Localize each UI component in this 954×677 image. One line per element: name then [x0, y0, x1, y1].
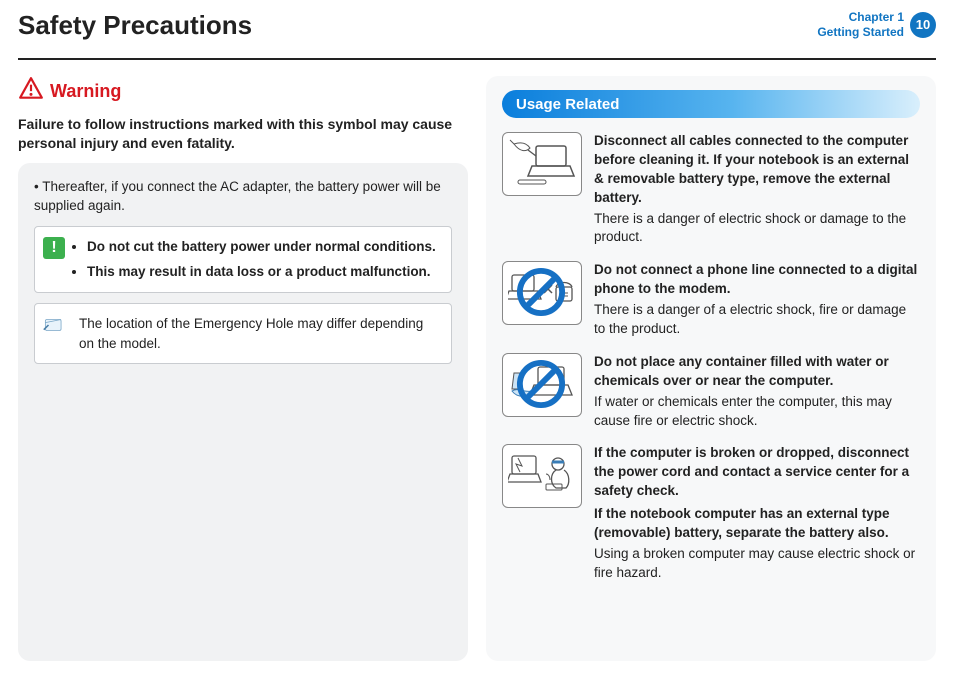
- usage-item-bold2: If the notebook computer has an external…: [594, 505, 920, 543]
- usage-item-text: Do not connect a phone line connected to…: [594, 261, 920, 339]
- clean-laptop-icon: [502, 132, 582, 196]
- warning-triangle-icon: [18, 76, 44, 107]
- prohibit-icon: [507, 358, 523, 374]
- liquid-spill-icon: [502, 353, 582, 417]
- left-column: Warning Failure to follow instructions m…: [18, 76, 468, 661]
- usage-item-text: Disconnect all cables connected to the c…: [594, 132, 920, 247]
- usage-item-body: There is a danger of electric shock or d…: [594, 211, 906, 245]
- note-callout: The location of the Emergency Hole may d…: [34, 303, 452, 364]
- warning-label: Warning: [50, 81, 121, 102]
- usage-item: Do not place any container filled with w…: [502, 353, 920, 431]
- usage-item-text: Do not place any container filled with w…: [594, 353, 920, 431]
- page: Safety Precautions Chapter 1 Getting Sta…: [0, 0, 954, 677]
- usage-item: Disconnect all cables connected to the c…: [502, 132, 920, 247]
- alert-line-1: Do not cut the battery power under norma…: [87, 237, 439, 257]
- prohibit-icon: [507, 266, 523, 282]
- warning-lead-text: Failure to follow instructions marked wi…: [18, 115, 468, 153]
- header-divider: [18, 58, 936, 60]
- chapter-label: Chapter 1: [817, 10, 904, 25]
- content-columns: Warning Failure to follow instructions m…: [18, 76, 936, 661]
- usage-item-body: Using a broken computer may cause electr…: [594, 546, 915, 580]
- alert-callout: ! Do not cut the battery power under nor…: [34, 226, 452, 293]
- usage-item-bold: Do not place any container filled with w…: [594, 353, 920, 391]
- warning-heading: Warning: [18, 76, 468, 107]
- note-text: The location of the Emergency Hole may d…: [79, 316, 423, 351]
- page-title: Safety Precautions: [18, 10, 252, 41]
- usage-item-text: If the computer is broken or dropped, di…: [594, 444, 920, 582]
- usage-item: Do not connect a phone line connected to…: [502, 261, 920, 339]
- chapter-info: Chapter 1 Getting Started 10: [817, 10, 936, 40]
- usage-related-heading: Usage Related: [502, 90, 920, 118]
- usage-item-bold: If the computer is broken or dropped, di…: [594, 444, 920, 501]
- chapter-subtitle: Getting Started: [817, 25, 904, 40]
- ac-adapter-note: Thereafter, if you connect the AC adapte…: [34, 177, 452, 216]
- right-panel: Usage Related Discon: [486, 76, 936, 661]
- note-icon: [43, 314, 65, 336]
- usage-item-bold: Do not connect a phone line connected to…: [594, 261, 920, 299]
- usage-item-body: There is a danger of a electric shock, f…: [594, 302, 906, 336]
- left-panel: Thereafter, if you connect the AC adapte…: [18, 163, 468, 661]
- page-header: Safety Precautions Chapter 1 Getting Sta…: [18, 10, 936, 56]
- usage-item-body: If water or chemicals enter the computer…: [594, 394, 892, 428]
- usage-item: If the computer is broken or dropped, di…: [502, 444, 920, 582]
- alert-line-2: This may result in data loss or a produc…: [87, 262, 439, 282]
- page-number-badge: 10: [910, 12, 936, 38]
- alert-icon: !: [43, 237, 65, 259]
- right-column: Usage Related Discon: [486, 76, 936, 661]
- phone-modem-icon: [502, 261, 582, 325]
- broken-laptop-service-icon: [502, 444, 582, 508]
- usage-item-bold: Disconnect all cables connected to the c…: [594, 132, 920, 208]
